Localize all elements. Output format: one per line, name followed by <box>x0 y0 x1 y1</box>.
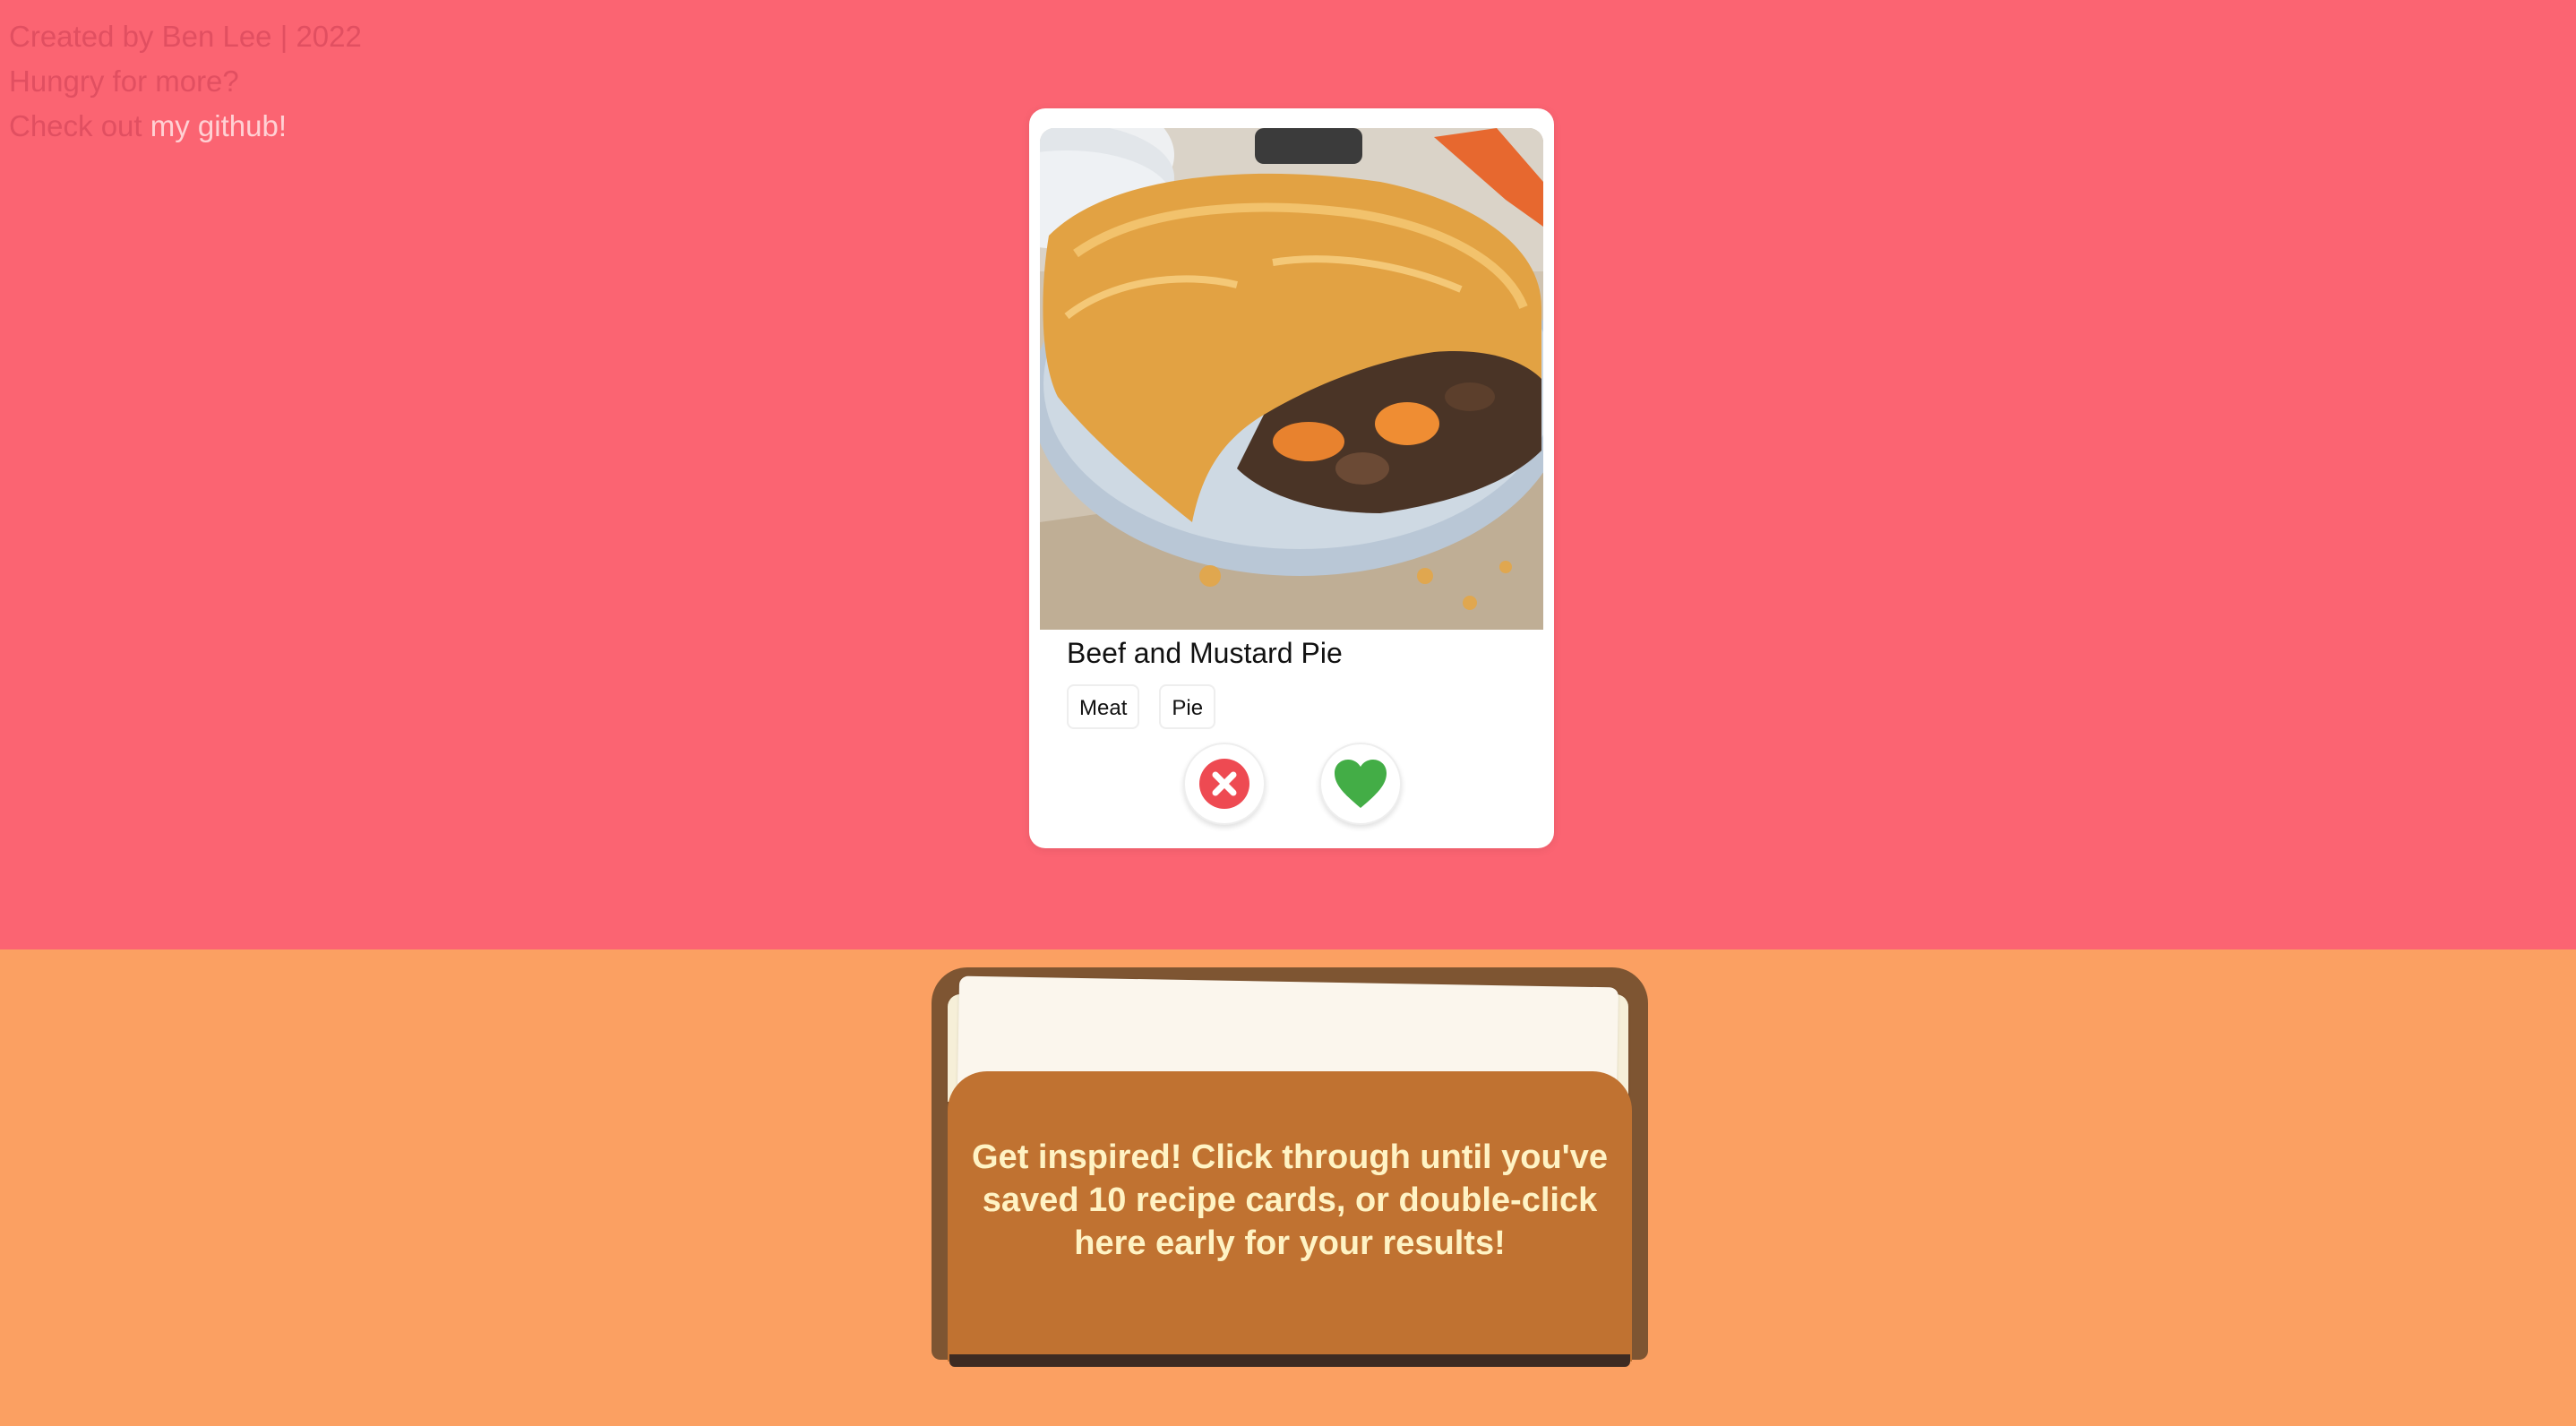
credits-hungry: Hungry for more? <box>9 64 239 98</box>
tag-meat: Meat <box>1067 684 1140 729</box>
recipe-title: Beef and Mustard Pie <box>1067 637 1343 669</box>
box-bottom <box>949 1354 1630 1367</box>
recipe-tags: Meat Pie <box>1067 684 1216 729</box>
credits-author: Created by Ben Lee | 2022 <box>9 20 362 53</box>
reject-button[interactable] <box>1183 743 1266 825</box>
like-button[interactable] <box>1319 743 1402 825</box>
heart-icon <box>1335 760 1387 808</box>
recipe-card[interactable]: Beef and Mustard Pie Meat Pie <box>1029 108 1554 848</box>
credits: Created by Ben Lee | 2022 Hungry for mor… <box>9 14 362 149</box>
box-instructions: Get inspired! Click through until you've… <box>972 1138 1608 1262</box>
credits-github-line: Check out my github! <box>9 104 362 149</box>
recipe-photo <box>1040 128 1543 630</box>
tag-pie: Pie <box>1159 684 1216 729</box>
saved-recipes-box[interactable]: Get inspired! Click through until you've… <box>932 967 1648 1367</box>
github-link[interactable]: my github! <box>150 109 287 142</box>
x-circle-icon <box>1199 759 1249 809</box>
credits-check-out: Check out <box>9 109 150 142</box>
